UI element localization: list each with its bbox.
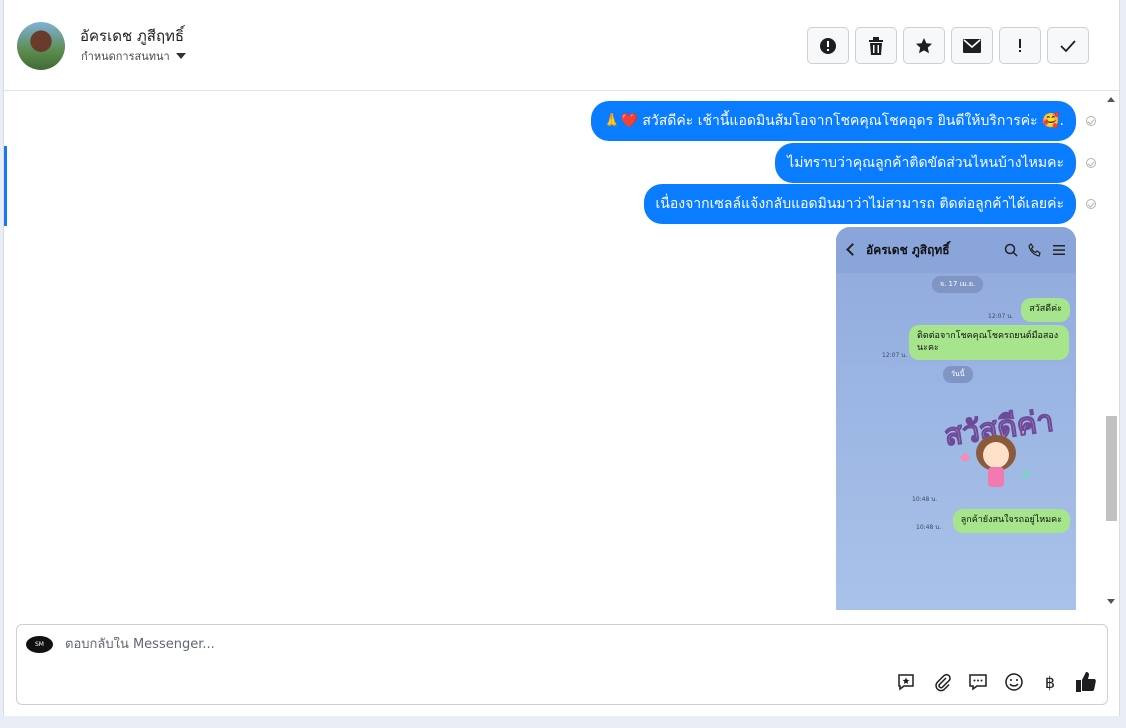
mark-done-button[interactable] <box>1047 27 1089 64</box>
outgoing-message[interactable]: 🙏❤️ สวัสดีค่ะ เช้านี้แอดมินส้มโอจากโชคคุ… <box>591 101 1076 141</box>
trash-icon <box>869 36 883 55</box>
today-pill: วันนี้ <box>943 366 973 383</box>
check-icon <box>1060 39 1076 52</box>
star-button[interactable] <box>903 27 945 64</box>
delete-button[interactable] <box>855 27 897 64</box>
line-message: สวัสดีค่ะ <box>1021 298 1070 322</box>
message-row: ไม่ทราบว่าคุณลูกค้าติดขัดส่วนไหนบ้างไหมค… <box>775 143 1096 183</box>
saved-reply-icon <box>969 674 987 691</box>
scroll-thumb[interactable] <box>1106 416 1117 521</box>
emoji-button[interactable] <box>1003 671 1025 693</box>
message-thread[interactable]: 🙏❤️ สวัสดีค่ะ เช้านี้แอดมินส้มโอจากโชคคุ… <box>4 91 1106 610</box>
assign-label: กำหนดการสนทนา <box>81 50 170 63</box>
contact-name[interactable]: อัครเดช ภูสีฤทธิ์ <box>80 24 184 48</box>
mark-spam-button[interactable] <box>807 27 849 64</box>
line-header-icons <box>1004 243 1066 257</box>
menu-icon <box>1053 245 1065 255</box>
vertical-scrollbar[interactable] <box>1103 91 1119 610</box>
payment-button[interactable]: ฿ <box>1039 671 1061 693</box>
chat-panel: อัครเดช ภูสีฤทธิ์ กำหนดการสนทนา 🙏❤️ สวัส… <box>3 0 1120 716</box>
attachment-icon <box>935 673 951 692</box>
baht-icon: ฿ <box>1044 672 1056 692</box>
mark-unread-button[interactable] <box>951 27 993 64</box>
envelope-icon <box>963 38 981 53</box>
image-attachment[interactable]: อัครเดช ภูสิฤทธิ์ จ. 17 เม.ย. 12:07 น. ส… <box>836 227 1076 610</box>
caret-down-icon <box>175 53 186 59</box>
conversation-header: อัครเดช ภูสีฤทธิ์ กำหนดการสนทนา <box>4 0 1119 91</box>
scroll-up-icon[interactable] <box>1107 97 1115 102</box>
message-row: 🙏❤️ สวัสดีค่ะ เช้านี้แอดมินส้มโอจากโชคคุ… <box>591 101 1096 141</box>
message-row: เนื่องจากเซลล์แจ้งกลับแอดมินมาว่าไม่สามา… <box>643 184 1096 224</box>
quick-reply-button[interactable] <box>895 671 917 693</box>
quick-reply-icon <box>898 674 914 691</box>
search-icon <box>1004 243 1018 257</box>
sent-status-icon <box>1086 199 1096 209</box>
timestamp: 12:07 น. <box>988 313 1014 320</box>
sticker-girl-icon <box>960 435 1030 487</box>
reply-input[interactable] <box>65 637 765 652</box>
page-logo: SM <box>26 636 53 653</box>
outgoing-message[interactable]: เนื่องจากเซลล์แจ้งกลับแอดมินมาว่าไม่สามา… <box>643 184 1076 224</box>
scroll-down-icon[interactable] <box>1107 599 1115 604</box>
date-pill: จ. 17 เม.ย. <box>932 276 984 293</box>
timestamp: 10:48 น. <box>916 524 942 531</box>
header-toolbar <box>807 27 1089 64</box>
star-icon <box>916 37 932 53</box>
contact-avatar[interactable] <box>17 22 65 70</box>
alert-circle-icon <box>820 37 836 54</box>
attach-button[interactable] <box>931 671 953 693</box>
sent-status-icon <box>1086 158 1096 168</box>
reply-composer: SM ฿ <box>16 624 1108 705</box>
timestamp: 10:48 น. <box>912 496 938 503</box>
line-message: ติดต่อจากโชคคุณโชครถยนต์มือสองนะคะ <box>909 325 1069 361</box>
line-contact-name: อัครเดช ภูสิฤทธิ์ <box>866 243 950 257</box>
composer-toolbar: ฿ <box>895 671 1097 693</box>
like-button[interactable] <box>1075 671 1097 693</box>
emoji-icon <box>1005 673 1023 691</box>
timestamp: 12:07 น. <box>882 352 908 359</box>
sent-status-icon <box>1086 116 1096 126</box>
assign-conversation-dropdown[interactable]: กำหนดการสนทนา <box>81 47 186 65</box>
outgoing-message[interactable]: ไม่ทราบว่าคุณลูกค้าติดขัดส่วนไหนบ้างไหมค… <box>775 143 1076 183</box>
like-icon <box>1076 672 1096 692</box>
saved-reply-button[interactable] <box>967 671 989 693</box>
line-message: ลูกค้ายังสนใจรถอยู่ไหมคะ <box>952 509 1070 533</box>
phone-icon <box>1028 243 1041 257</box>
follow-up-button[interactable] <box>999 27 1041 64</box>
exclamation-icon <box>1019 38 1021 52</box>
